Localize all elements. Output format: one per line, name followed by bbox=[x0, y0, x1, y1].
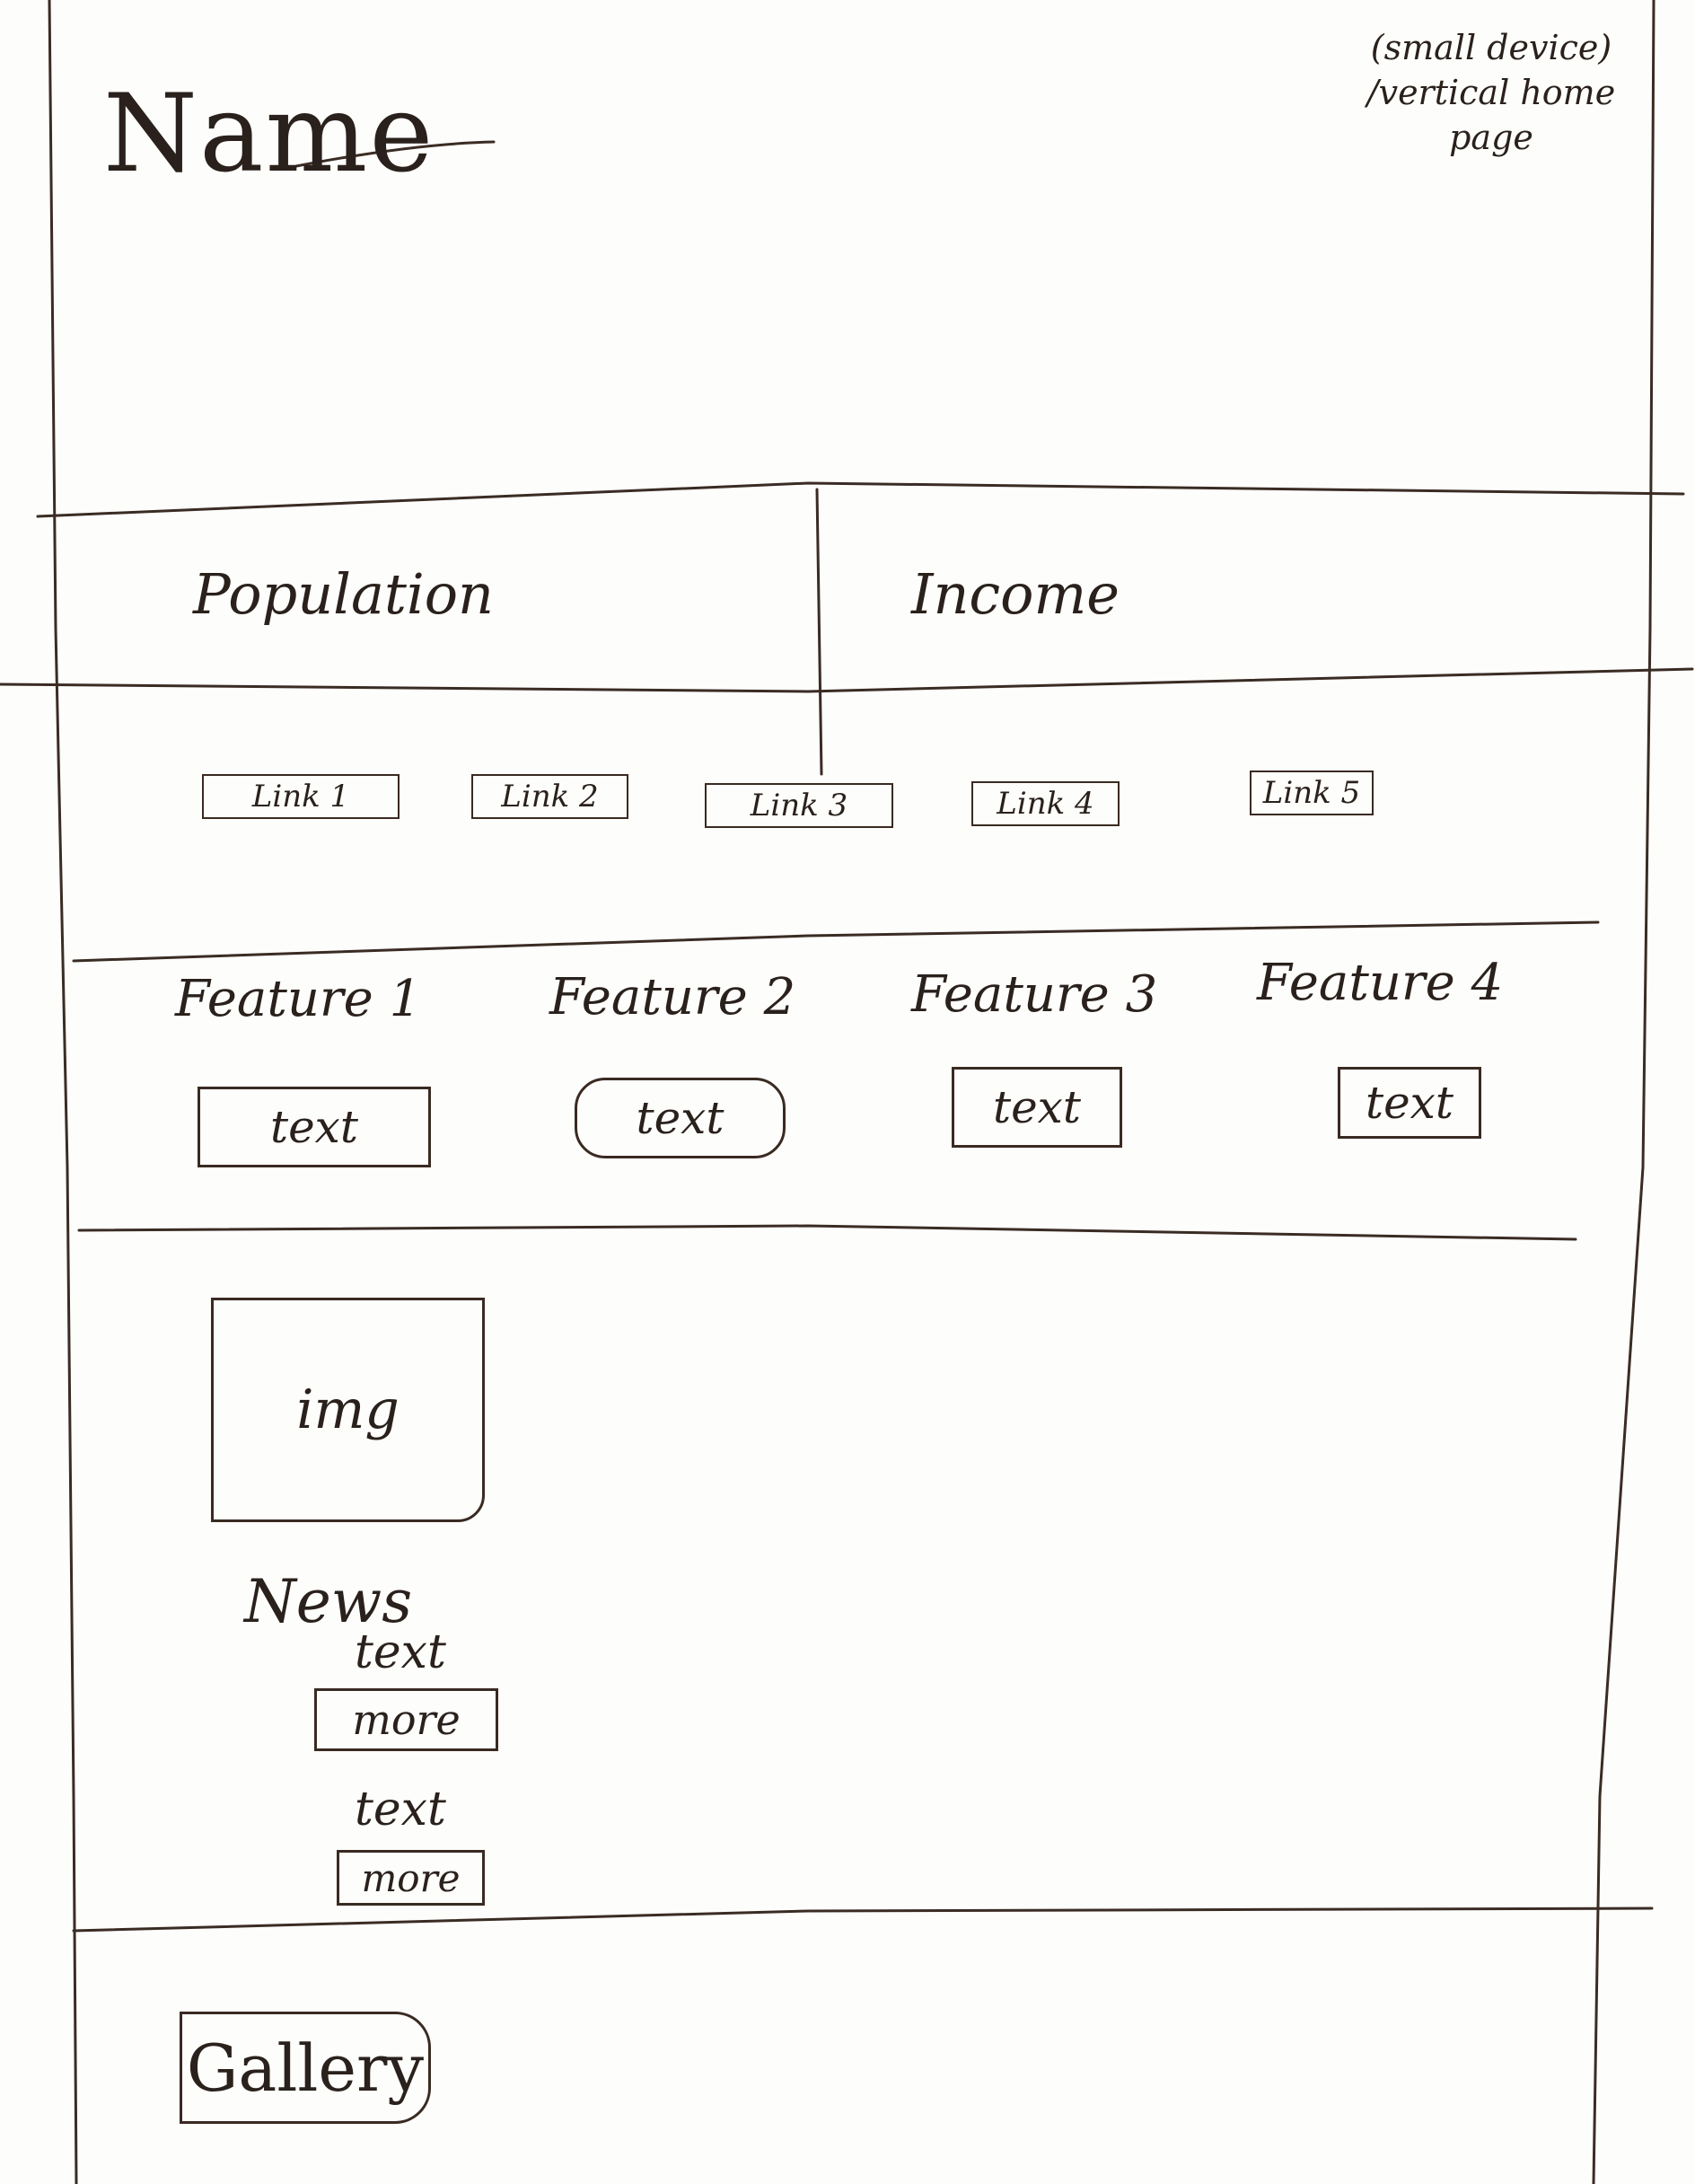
income-heading: Income bbox=[911, 561, 1120, 627]
news-item-1-text: text bbox=[355, 1625, 446, 1679]
feature-4-title: Feature 4 bbox=[1257, 954, 1504, 1012]
feature-1-text: text bbox=[198, 1087, 431, 1167]
news-item-2-more-button[interactable]: more bbox=[337, 1850, 485, 1906]
feature-2-title: Feature 2 bbox=[549, 968, 796, 1026]
link-2[interactable]: Link 2 bbox=[471, 774, 628, 819]
divider-stats bbox=[0, 667, 1694, 693]
feature-2-text: text bbox=[575, 1078, 786, 1158]
left-border-line bbox=[48, 0, 78, 2184]
link-5[interactable]: Link 5 bbox=[1250, 771, 1374, 815]
link-3[interactable]: Link 3 bbox=[705, 783, 893, 828]
gallery-button[interactable]: Gallery bbox=[180, 2012, 431, 2124]
feature-3-title: Feature 3 bbox=[911, 965, 1158, 1024]
divider-header bbox=[36, 481, 1685, 518]
news-image: img bbox=[211, 1298, 485, 1522]
wireframe-sketch: Name (small device) /vertical home page … bbox=[0, 0, 1695, 2184]
site-name: Name bbox=[103, 72, 435, 197]
divider-stats-vertical bbox=[815, 488, 823, 776]
news-item-2-text: text bbox=[355, 1783, 446, 1836]
right-border-line bbox=[1592, 0, 1655, 2184]
news-item-1-more-button[interactable]: more bbox=[314, 1688, 498, 1751]
link-1[interactable]: Link 1 bbox=[202, 774, 400, 819]
population-heading: Population bbox=[193, 561, 494, 627]
divider-features bbox=[77, 1224, 1577, 1241]
feature-4-text: text bbox=[1338, 1067, 1481, 1139]
annotation-note: (small device) /vertical home page bbox=[1366, 28, 1616, 157]
link-4[interactable]: Link 4 bbox=[971, 781, 1120, 826]
divider-news bbox=[72, 1907, 1654, 1933]
feature-1-title: Feature 1 bbox=[175, 970, 422, 1028]
feature-3-text: text bbox=[952, 1067, 1122, 1148]
